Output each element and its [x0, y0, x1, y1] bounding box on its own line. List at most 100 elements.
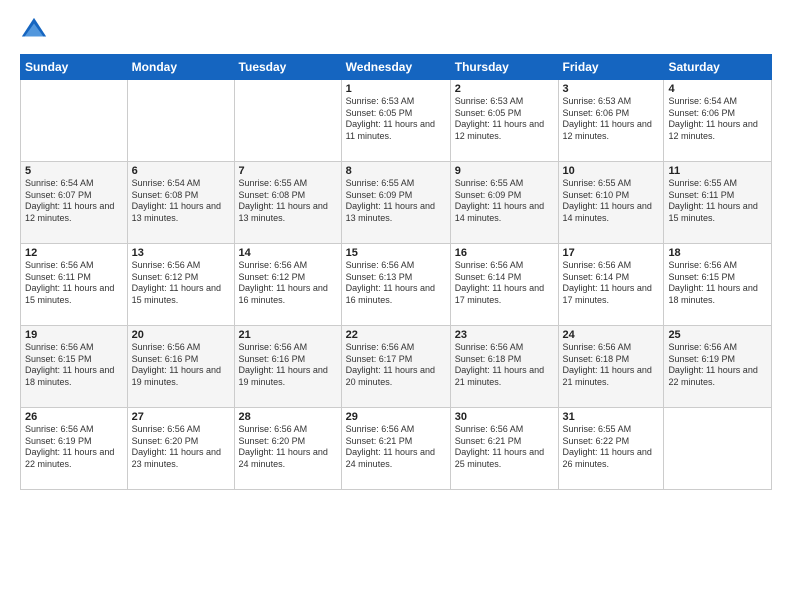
day-number: 7: [239, 165, 337, 177]
page: SundayMondayTuesdayWednesdayThursdayFrid…: [0, 0, 792, 612]
day-number: 23: [455, 329, 554, 341]
day-cell: 13Sunrise: 6:56 AM Sunset: 6:12 PM Dayli…: [127, 244, 234, 326]
day-cell: 20Sunrise: 6:56 AM Sunset: 6:16 PM Dayli…: [127, 326, 234, 408]
day-info: Sunrise: 6:54 AM Sunset: 6:06 PM Dayligh…: [668, 96, 767, 143]
day-cell: 8Sunrise: 6:55 AM Sunset: 6:09 PM Daylig…: [341, 162, 450, 244]
day-cell: 3Sunrise: 6:53 AM Sunset: 6:06 PM Daylig…: [558, 80, 664, 162]
day-info: Sunrise: 6:56 AM Sunset: 6:13 PM Dayligh…: [346, 260, 446, 307]
day-info: Sunrise: 6:55 AM Sunset: 6:09 PM Dayligh…: [346, 178, 446, 225]
day-info: Sunrise: 6:56 AM Sunset: 6:21 PM Dayligh…: [346, 424, 446, 471]
day-info: Sunrise: 6:53 AM Sunset: 6:05 PM Dayligh…: [455, 96, 554, 143]
day-number: 10: [563, 165, 660, 177]
day-cell: 1Sunrise: 6:53 AM Sunset: 6:05 PM Daylig…: [341, 80, 450, 162]
day-number: 2: [455, 83, 554, 95]
day-cell: 4Sunrise: 6:54 AM Sunset: 6:06 PM Daylig…: [664, 80, 772, 162]
day-info: Sunrise: 6:53 AM Sunset: 6:05 PM Dayligh…: [346, 96, 446, 143]
day-info: Sunrise: 6:54 AM Sunset: 6:08 PM Dayligh…: [132, 178, 230, 225]
day-number: 8: [346, 165, 446, 177]
day-cell: 7Sunrise: 6:55 AM Sunset: 6:08 PM Daylig…: [234, 162, 341, 244]
day-info: Sunrise: 6:56 AM Sunset: 6:14 PM Dayligh…: [455, 260, 554, 307]
header: [20, 16, 772, 44]
week-row-5: 26Sunrise: 6:56 AM Sunset: 6:19 PM Dayli…: [21, 408, 772, 490]
day-info: Sunrise: 6:55 AM Sunset: 6:09 PM Dayligh…: [455, 178, 554, 225]
day-number: 14: [239, 247, 337, 259]
day-cell: 2Sunrise: 6:53 AM Sunset: 6:05 PM Daylig…: [450, 80, 558, 162]
week-row-2: 5Sunrise: 6:54 AM Sunset: 6:07 PM Daylig…: [21, 162, 772, 244]
day-cell: 11Sunrise: 6:55 AM Sunset: 6:11 PM Dayli…: [664, 162, 772, 244]
weekday-header-row: SundayMondayTuesdayWednesdayThursdayFrid…: [21, 55, 772, 80]
weekday-header-sunday: Sunday: [21, 55, 128, 80]
day-info: Sunrise: 6:56 AM Sunset: 6:15 PM Dayligh…: [668, 260, 767, 307]
day-info: Sunrise: 6:55 AM Sunset: 6:08 PM Dayligh…: [239, 178, 337, 225]
day-number: 30: [455, 411, 554, 423]
day-cell: [21, 80, 128, 162]
day-cell: 22Sunrise: 6:56 AM Sunset: 6:17 PM Dayli…: [341, 326, 450, 408]
day-number: 29: [346, 411, 446, 423]
day-number: 3: [563, 83, 660, 95]
weekday-header-thursday: Thursday: [450, 55, 558, 80]
day-cell: [234, 80, 341, 162]
weekday-header-saturday: Saturday: [664, 55, 772, 80]
weekday-header-friday: Friday: [558, 55, 664, 80]
day-info: Sunrise: 6:55 AM Sunset: 6:22 PM Dayligh…: [563, 424, 660, 471]
day-info: Sunrise: 6:56 AM Sunset: 6:19 PM Dayligh…: [25, 424, 123, 471]
day-info: Sunrise: 6:56 AM Sunset: 6:18 PM Dayligh…: [455, 342, 554, 389]
day-number: 22: [346, 329, 446, 341]
calendar-table: SundayMondayTuesdayWednesdayThursdayFrid…: [20, 54, 772, 490]
day-number: 11: [668, 165, 767, 177]
day-cell: 12Sunrise: 6:56 AM Sunset: 6:11 PM Dayli…: [21, 244, 128, 326]
day-number: 21: [239, 329, 337, 341]
day-number: 5: [25, 165, 123, 177]
day-number: 20: [132, 329, 230, 341]
day-cell: 17Sunrise: 6:56 AM Sunset: 6:14 PM Dayli…: [558, 244, 664, 326]
day-info: Sunrise: 6:56 AM Sunset: 6:18 PM Dayligh…: [563, 342, 660, 389]
day-info: Sunrise: 6:56 AM Sunset: 6:11 PM Dayligh…: [25, 260, 123, 307]
day-info: Sunrise: 6:56 AM Sunset: 6:16 PM Dayligh…: [132, 342, 230, 389]
day-number: 18: [668, 247, 767, 259]
day-info: Sunrise: 6:56 AM Sunset: 6:15 PM Dayligh…: [25, 342, 123, 389]
day-info: Sunrise: 6:53 AM Sunset: 6:06 PM Dayligh…: [563, 96, 660, 143]
day-cell: 9Sunrise: 6:55 AM Sunset: 6:09 PM Daylig…: [450, 162, 558, 244]
day-number: 26: [25, 411, 123, 423]
weekday-header-tuesday: Tuesday: [234, 55, 341, 80]
day-cell: 26Sunrise: 6:56 AM Sunset: 6:19 PM Dayli…: [21, 408, 128, 490]
day-number: 25: [668, 329, 767, 341]
day-cell: 29Sunrise: 6:56 AM Sunset: 6:21 PM Dayli…: [341, 408, 450, 490]
day-number: 15: [346, 247, 446, 259]
day-cell: 24Sunrise: 6:56 AM Sunset: 6:18 PM Dayli…: [558, 326, 664, 408]
weekday-header-monday: Monday: [127, 55, 234, 80]
day-number: 13: [132, 247, 230, 259]
day-info: Sunrise: 6:55 AM Sunset: 6:10 PM Dayligh…: [563, 178, 660, 225]
day-cell: 27Sunrise: 6:56 AM Sunset: 6:20 PM Dayli…: [127, 408, 234, 490]
day-number: 6: [132, 165, 230, 177]
day-number: 31: [563, 411, 660, 423]
day-info: Sunrise: 6:56 AM Sunset: 6:14 PM Dayligh…: [563, 260, 660, 307]
day-cell: 28Sunrise: 6:56 AM Sunset: 6:20 PM Dayli…: [234, 408, 341, 490]
day-info: Sunrise: 6:56 AM Sunset: 6:19 PM Dayligh…: [668, 342, 767, 389]
day-number: 28: [239, 411, 337, 423]
weekday-header-wednesday: Wednesday: [341, 55, 450, 80]
day-info: Sunrise: 6:56 AM Sunset: 6:16 PM Dayligh…: [239, 342, 337, 389]
day-cell: 25Sunrise: 6:56 AM Sunset: 6:19 PM Dayli…: [664, 326, 772, 408]
day-cell: 10Sunrise: 6:55 AM Sunset: 6:10 PM Dayli…: [558, 162, 664, 244]
day-cell: 6Sunrise: 6:54 AM Sunset: 6:08 PM Daylig…: [127, 162, 234, 244]
day-cell: 15Sunrise: 6:56 AM Sunset: 6:13 PM Dayli…: [341, 244, 450, 326]
day-number: 1: [346, 83, 446, 95]
day-number: 16: [455, 247, 554, 259]
day-cell: 16Sunrise: 6:56 AM Sunset: 6:14 PM Dayli…: [450, 244, 558, 326]
day-number: 4: [668, 83, 767, 95]
day-cell: 21Sunrise: 6:56 AM Sunset: 6:16 PM Dayli…: [234, 326, 341, 408]
week-row-3: 12Sunrise: 6:56 AM Sunset: 6:11 PM Dayli…: [21, 244, 772, 326]
day-number: 17: [563, 247, 660, 259]
day-number: 9: [455, 165, 554, 177]
day-cell: 14Sunrise: 6:56 AM Sunset: 6:12 PM Dayli…: [234, 244, 341, 326]
day-number: 19: [25, 329, 123, 341]
day-cell: 18Sunrise: 6:56 AM Sunset: 6:15 PM Dayli…: [664, 244, 772, 326]
day-info: Sunrise: 6:56 AM Sunset: 6:20 PM Dayligh…: [132, 424, 230, 471]
week-row-1: 1Sunrise: 6:53 AM Sunset: 6:05 PM Daylig…: [21, 80, 772, 162]
day-cell: 23Sunrise: 6:56 AM Sunset: 6:18 PM Dayli…: [450, 326, 558, 408]
day-number: 12: [25, 247, 123, 259]
day-cell: 5Sunrise: 6:54 AM Sunset: 6:07 PM Daylig…: [21, 162, 128, 244]
logo-icon: [20, 16, 48, 44]
day-info: Sunrise: 6:56 AM Sunset: 6:21 PM Dayligh…: [455, 424, 554, 471]
